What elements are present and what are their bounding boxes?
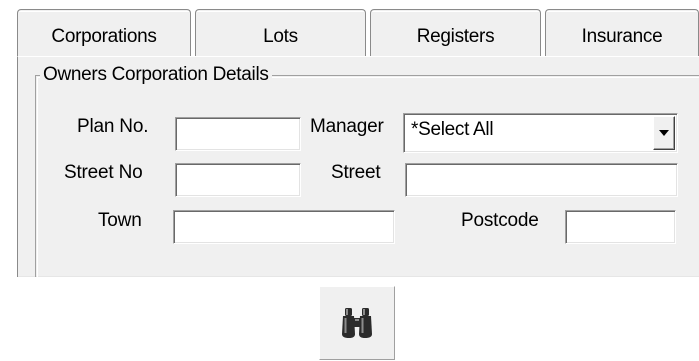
town-input[interactable]	[173, 210, 395, 244]
town-label: Town	[98, 210, 142, 231]
binoculars-icon	[342, 308, 372, 338]
tab-label: Insurance	[581, 26, 663, 47]
manager-select[interactable]: *Select All	[403, 113, 678, 153]
tab-label: Registers	[416, 26, 495, 47]
postcode-input[interactable]	[565, 210, 676, 244]
tab-registers[interactable]: Registers	[370, 9, 541, 56]
tab-label: Corporations	[51, 26, 157, 47]
tab-corporations[interactable]: Corporations	[17, 9, 191, 56]
tab-label: Lots	[263, 26, 298, 47]
plan-no-label: Plan No.	[77, 116, 149, 137]
manager-selected-value: *Select All	[411, 119, 494, 140]
search-button[interactable]	[319, 286, 395, 360]
postcode-label: Postcode	[461, 210, 539, 231]
street-no-label: Street No	[64, 162, 143, 183]
street-no-input[interactable]	[175, 163, 301, 197]
street-label: Street	[331, 162, 381, 183]
tab-insurance[interactable]: Insurance	[545, 9, 699, 56]
plan-no-input[interactable]	[175, 117, 301, 151]
manager-label: Manager	[310, 116, 384, 137]
manager-dropdown-button[interactable]	[653, 116, 675, 150]
chevron-down-icon	[659, 130, 669, 136]
street-input[interactable]	[405, 163, 678, 197]
groupbox-title: Owners Corporation Details	[40, 64, 272, 86]
tab-lots[interactable]: Lots	[195, 9, 366, 56]
